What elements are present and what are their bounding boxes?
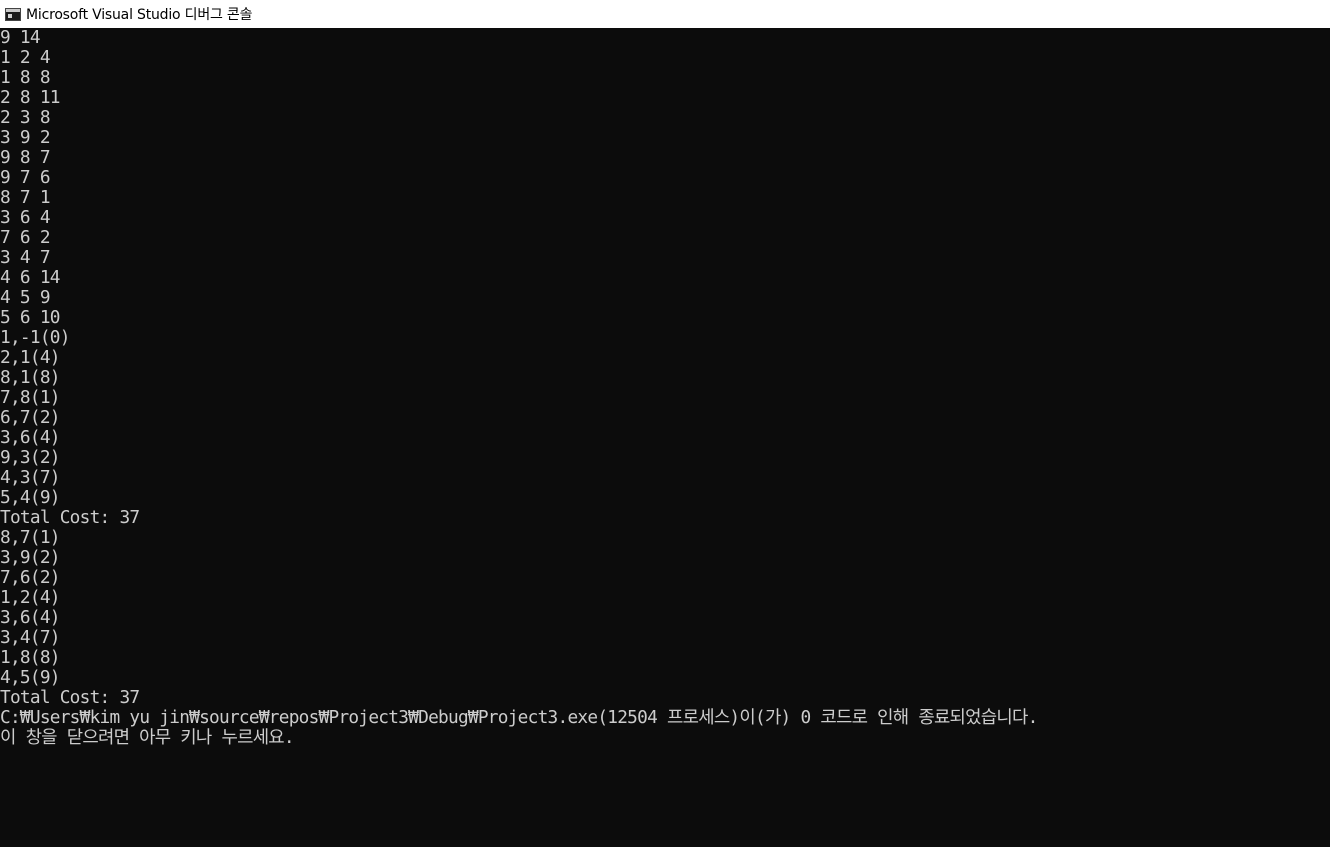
console-line: 이 창을 닫으려면 아무 키나 누르세요. [0,727,295,748]
console-line: 2,1(4) [0,347,60,368]
console-line: 3,9(2) [0,547,60,568]
console-line: 3 4 7 [0,247,51,268]
console-line: 7,8(1) [0,387,60,408]
console-app-icon [5,7,21,21]
console-line: 1 2 4 [0,47,51,68]
console-line: Total Cost: 37 [0,507,140,528]
console-line: 4 5 9 [0,287,51,308]
console-line: 9 7 6 [0,167,51,188]
console-line: 8,7(1) [0,527,60,548]
app-icon-titlebar-shape [6,8,20,12]
console-line: 4 6 14 [0,267,60,288]
console-line: 6,7(2) [0,407,60,428]
console-line: 7 6 2 [0,227,51,248]
console-line: 1,-1(0) [0,327,70,348]
console-line: C:₩Users₩kim yu jin₩source₩repos₩Project… [0,707,1038,728]
console-line: 9 14 [0,28,41,48]
console-line: 3,4(7) [0,627,60,648]
console-line: 3,6(4) [0,607,60,628]
console-line: 9 8 7 [0,147,51,168]
console-line: 9,3(2) [0,447,60,468]
console-line: 3,6(4) [0,427,60,448]
console-line: 5,4(9) [0,487,60,508]
console-line: 2 3 8 [0,107,51,128]
console-window[interactable]: Microsoft Visual Studio 디버그 콘솔 9 14 1 2 4… [0,0,1330,847]
console-line: 7,6(2) [0,567,60,588]
console-line: 8 7 1 [0,187,51,208]
console-output[interactable]: 9 14 1 2 41 8 82 8 11 2 3 83 9 29 8 79 7 6… [0,28,1330,847]
console-line: 4,3(7) [0,467,60,488]
window-title: Microsoft Visual Studio 디버그 콘솔 [26,7,253,23]
console-line: Total Cost: 37 [0,687,140,708]
console-line: 3 9 2 [0,127,51,148]
title-bar[interactable]: Microsoft Visual Studio 디버그 콘솔 [0,0,1330,28]
console-line: 1 8 8 [0,67,51,88]
console-line: 1,2(4) [0,587,60,608]
console-line: 4,5(9) [0,667,60,688]
console-line: 3 6 4 [0,207,51,228]
app-icon-cursor-shape [8,13,12,18]
console-line: 1,8(8) [0,647,60,668]
console-line: 2 8 11 [0,87,60,108]
console-line: 5 6 10 [0,307,60,328]
console-line: 8,1(8) [0,367,60,388]
